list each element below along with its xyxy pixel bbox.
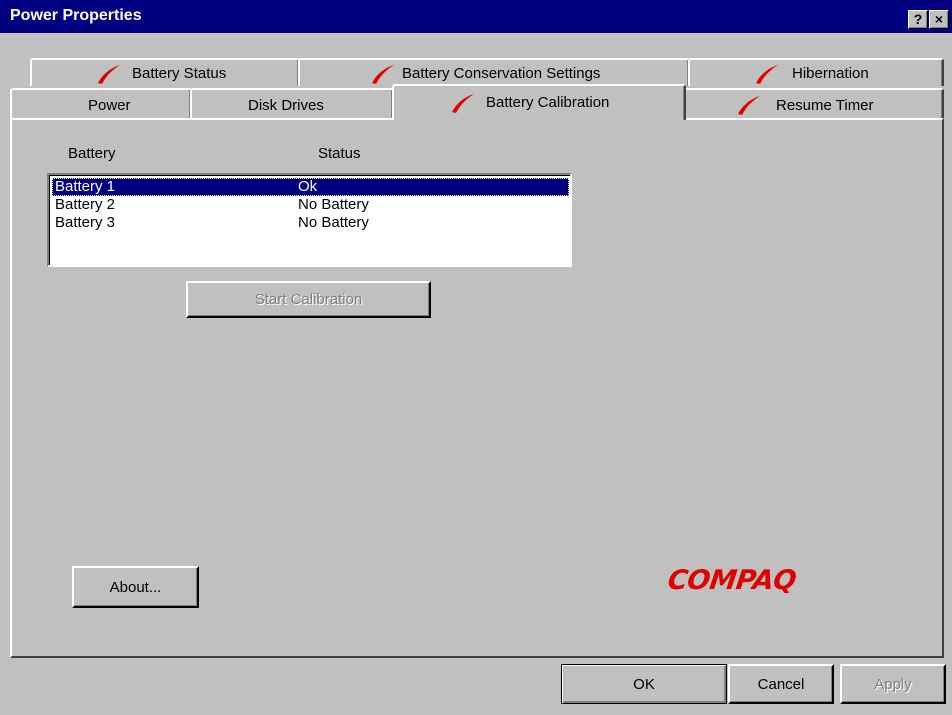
tab-label: Resume Timer	[776, 97, 874, 114]
tab-label: Battery Status	[132, 65, 227, 82]
list-item[interactable]: Battery 2 No Battery	[52, 196, 569, 214]
list-item[interactable]: Battery 1 Ok	[52, 178, 569, 196]
tab-label: Power	[88, 97, 131, 114]
tab-power[interactable]: Power	[10, 88, 192, 118]
column-header-status: Status	[318, 145, 361, 162]
red-check-icon	[738, 96, 760, 115]
battery-listbox[interactable]: Battery 1 Ok Battery 2 No Battery Batter…	[47, 173, 572, 267]
tab-resume-timer[interactable]: Resume Timer	[684, 88, 944, 118]
battery-name: Battery 1	[55, 178, 116, 195]
red-check-icon	[372, 65, 394, 84]
battery-status: No Battery	[298, 196, 369, 213]
tab-label: Disk Drives	[248, 97, 324, 114]
title-bar[interactable]: Power Properties ? ×	[0, 0, 952, 33]
red-check-icon	[756, 65, 778, 84]
cancel-button[interactable]: Cancel	[728, 664, 834, 704]
start-calibration-button[interactable]: Start Calibration	[186, 281, 431, 318]
about-button[interactable]: About...	[72, 566, 199, 608]
red-check-icon	[452, 94, 474, 113]
battery-status: Ok	[298, 178, 318, 195]
tab-battery-conservation-settings[interactable]: Battery Conservation Settings	[298, 58, 690, 86]
compaq-logo: COMPAQ	[665, 565, 798, 596]
ok-button[interactable]: OK	[561, 664, 727, 704]
battery-name: Battery 2	[55, 196, 116, 213]
tab-hibernation[interactable]: Hibernation	[688, 58, 944, 86]
help-button[interactable]: ?	[908, 10, 928, 29]
column-header-battery: Battery	[68, 145, 116, 162]
tab-label: Hibernation	[792, 65, 869, 82]
tab-label: Battery Calibration	[486, 94, 610, 111]
battery-status: No Battery	[298, 214, 369, 231]
tab-disk-drives[interactable]: Disk Drives	[190, 88, 394, 118]
list-item[interactable]: Battery 3 No Battery	[52, 214, 569, 232]
window-title: Power Properties	[10, 7, 142, 24]
battery-name: Battery 3	[55, 214, 116, 231]
close-button[interactable]: ×	[929, 10, 949, 29]
tab-battery-calibration[interactable]: Battery Calibration	[392, 84, 686, 120]
tab-label: Battery Conservation Settings	[402, 65, 601, 82]
apply-button[interactable]: Apply	[840, 664, 946, 704]
tab-battery-status[interactable]: Battery Status	[30, 58, 300, 86]
power-properties-dialog: Power Properties ? × Battery Status Batt…	[0, 0, 952, 715]
red-check-icon	[98, 65, 120, 84]
